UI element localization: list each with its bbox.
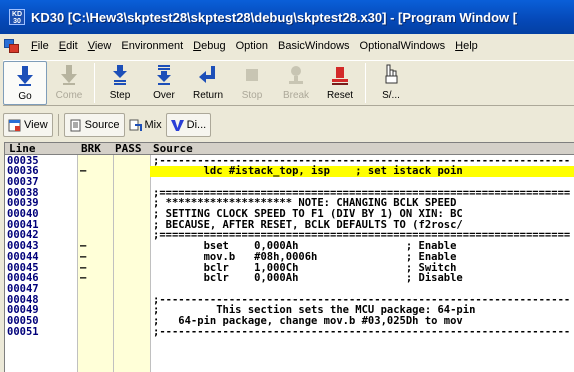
- menu-edit-label: dit: [66, 40, 78, 52]
- go-arrow-icon: [15, 65, 35, 87]
- source-code: mov.b #08h,0006h ; Enable: [153, 250, 457, 263]
- menu-debug-accel: D: [193, 40, 202, 52]
- view-label: View: [24, 119, 48, 131]
- view-icon: [8, 119, 21, 132]
- menu-debug-label: ebug: [201, 40, 226, 52]
- over-button[interactable]: Over: [142, 61, 186, 105]
- reset-label: Reset: [326, 90, 354, 101]
- stop-icon: [242, 64, 262, 86]
- step-label: Step: [109, 90, 131, 101]
- view-button[interactable]: View: [3, 113, 53, 137]
- menu-help-accel: H: [455, 40, 464, 52]
- title-bar[interactable]: KD 30 KD30 [C:\Hew3\skptest28\skptest28\…: [0, 0, 574, 34]
- mdi-window-icon[interactable]: [4, 39, 20, 53]
- header-brk[interactable]: BRK: [81, 143, 101, 155]
- break-label: Break: [282, 90, 310, 101]
- menu-file-accel: F: [31, 40, 38, 52]
- return-button[interactable]: Return: [186, 61, 230, 105]
- menu-bar: File Edit View Environment Debug Option …: [0, 34, 574, 58]
- step-arrow-icon: [110, 64, 130, 86]
- debug-toolbar: Go Come Step Over Return Stop Break Rese…: [3, 60, 574, 106]
- source-label: Source: [84, 119, 120, 131]
- line-number: 00037: [7, 175, 39, 188]
- header-source[interactable]: Source: [153, 143, 193, 155]
- table-row[interactable]: 00051 ;----------------------------------…: [5, 325, 574, 338]
- menu-optionalwindows-label: OptionalWindows: [359, 40, 446, 52]
- source-code: ;---------------------------------------…: [153, 325, 571, 338]
- menu-view-label: iew: [94, 40, 112, 52]
- header-line[interactable]: Line: [9, 143, 36, 155]
- go-button[interactable]: Go: [3, 61, 47, 105]
- menu-view[interactable]: View: [83, 36, 117, 56]
- header-pass[interactable]: PASS: [115, 143, 142, 155]
- menu-help[interactable]: Help: [450, 36, 483, 56]
- reset-icon: [330, 64, 350, 86]
- disassemble-v-icon: [170, 119, 184, 132]
- source-code: ldc #istack_top, isp ; set istack poin: [153, 165, 463, 178]
- menu-option-label: Option: [235, 40, 268, 52]
- table-header: Line BRK PASS Source: [5, 143, 574, 155]
- disassemble-button[interactable]: Di...: [165, 113, 212, 137]
- stop-button[interactable]: Stop: [230, 61, 274, 105]
- reset-button[interactable]: Reset: [318, 61, 362, 105]
- menu-environment[interactable]: Environment: [116, 36, 188, 56]
- come-button[interactable]: Come: [47, 61, 91, 105]
- step-over-icon: [154, 64, 174, 86]
- mix-button[interactable]: Mix: [125, 113, 166, 137]
- disassemble-label: Di...: [186, 119, 207, 131]
- menu-edit-accel: E: [58, 40, 67, 52]
- toolbar-separator: [365, 63, 366, 103]
- menu-basicwindows[interactable]: BasicWindows: [273, 36, 355, 56]
- table-row[interactable]: 00036– ldc #istack_top, isp ; set istack…: [5, 166, 574, 177]
- table-row[interactable]: 00047: [5, 284, 574, 295]
- menu-environment-label: Environment: [121, 40, 184, 52]
- over-label: Over: [153, 90, 175, 101]
- view-toolbar: View Source Mix Di...: [3, 110, 574, 140]
- return-label: Return: [192, 90, 223, 101]
- menu-optionalwindows[interactable]: OptionalWindows: [355, 36, 451, 56]
- line-number: 00051: [7, 325, 39, 338]
- come-label: Come: [55, 90, 83, 101]
- source-code: bclr 0,000Ah ; Disable: [153, 272, 463, 285]
- breakpoint-marker[interactable]: –: [80, 252, 86, 263]
- toolbar-separator: [94, 63, 95, 103]
- source-button[interactable]: Source: [63, 113, 125, 137]
- s-label: S/...: [382, 90, 400, 101]
- come-arrow-icon: [59, 64, 79, 86]
- go-label: Go: [18, 91, 32, 102]
- s-button[interactable]: S/...: [369, 61, 413, 105]
- table-row[interactable]: 00046– bclr 0,000Ah ; Disable: [5, 273, 574, 284]
- menu-basicwindows-label: BasicWindows: [278, 40, 350, 52]
- view-separator: [57, 114, 59, 136]
- step-button[interactable]: Step: [98, 61, 142, 105]
- menu-view-accel: V: [87, 40, 95, 52]
- window-title: KD30 [C:\Hew3\skptest28\skptest28\debug\…: [31, 9, 518, 25]
- menu-debug[interactable]: Debug: [188, 36, 230, 56]
- line-number: 00044: [7, 250, 39, 263]
- stop-label: Stop: [241, 90, 263, 101]
- menu-help-label: elp: [463, 40, 478, 52]
- hand-pointer-icon: [381, 64, 401, 86]
- break-icon: [286, 64, 306, 86]
- break-button[interactable]: Break: [274, 61, 318, 105]
- menu-option[interactable]: Option: [231, 36, 273, 56]
- table-row[interactable]: 00037: [5, 177, 574, 188]
- table-row[interactable]: 00044 – mov.b #08h,0006h ; Enable: [5, 252, 574, 263]
- menu-file-label: ile: [37, 40, 49, 52]
- menu-edit[interactable]: Edit: [54, 36, 83, 56]
- source-page-icon: [69, 119, 82, 132]
- program-source-table[interactable]: Line BRK PASS Source 00035 ;-------------…: [4, 142, 574, 372]
- app-icon: KD 30: [9, 9, 25, 25]
- line-number: 00047: [7, 282, 39, 295]
- mix-icon: [129, 119, 142, 132]
- breakpoint-marker[interactable]: –: [80, 273, 86, 284]
- return-arrow-icon: [198, 64, 218, 86]
- menu-file[interactable]: File: [26, 36, 54, 56]
- mix-label: Mix: [144, 119, 162, 131]
- breakpoint-marker[interactable]: –: [80, 166, 86, 177]
